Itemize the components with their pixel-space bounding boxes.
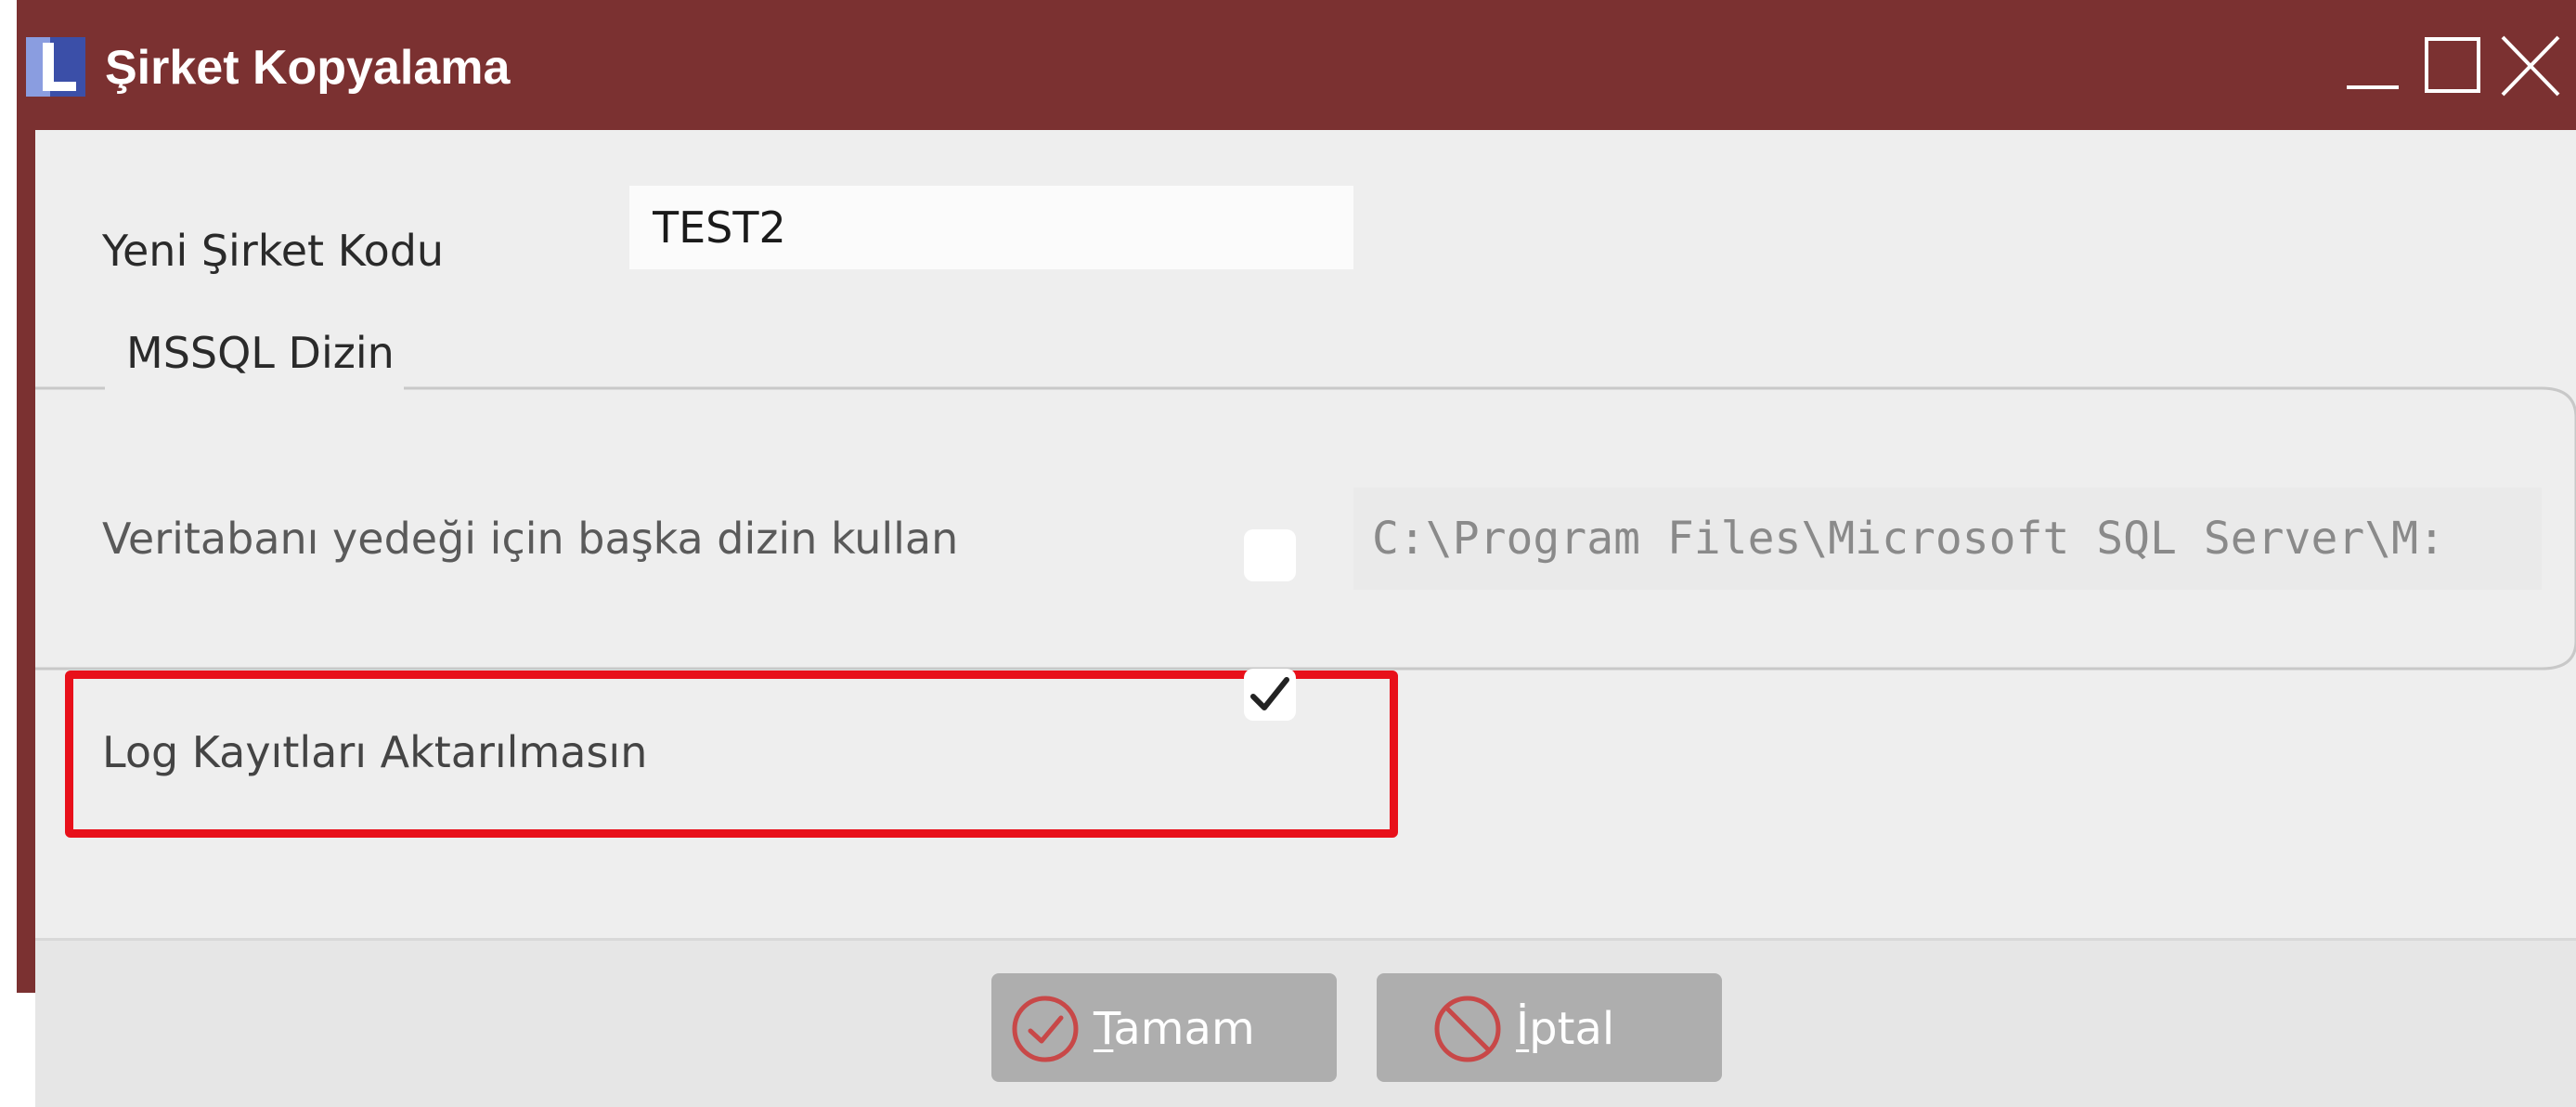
dialog-body: Yeni Şirket Kodu MSSQL Dizin Veritabanı …	[35, 130, 2576, 1107]
maximize-icon	[2425, 37, 2480, 93]
ok-button[interactable]: Tamam	[991, 973, 1337, 1082]
cancel-button[interactable]: İptal	[1377, 973, 1722, 1082]
dialog-window: Şirket Kopyalama Yeni Şirket Kodu TEST2 …	[17, 0, 2576, 1107]
close-icon	[2501, 35, 2560, 97]
title-bar[interactable]: Şirket Kopyalama	[17, 0, 2576, 130]
company-code-input[interactable]	[629, 186, 1353, 269]
prohibited-icon	[1432, 994, 1503, 1064]
checkmark-icon	[1250, 677, 1289, 710]
minimize-icon	[2347, 85, 2399, 89]
ok-button-label: Tamam	[1094, 1003, 1255, 1055]
log-records-label: Log Kayıtları Aktarılmasın	[102, 727, 648, 777]
mssql-group-legend: MSSQL Dizin	[117, 316, 404, 390]
backup-dir-checkbox[interactable]	[1244, 529, 1296, 581]
button-bar: Tamam İptal	[35, 941, 2576, 1107]
log-records-checkbox[interactable]	[1244, 669, 1296, 721]
company-code-label: Yeni Şirket Kodu	[102, 226, 445, 276]
maximize-button[interactable]	[2419, 24, 2486, 108]
app-logo-icon	[26, 37, 85, 97]
minimize-button[interactable]	[2341, 24, 2408, 108]
backup-dir-label: Veritabanı yedeği için başka dizin kulla…	[102, 514, 959, 564]
backup-dir-path-input[interactable]	[1353, 488, 2542, 590]
check-circle-icon	[1010, 994, 1081, 1064]
cancel-button-label: İptal	[1516, 1003, 1615, 1055]
close-button[interactable]	[2497, 24, 2564, 108]
window-title: Şirket Kopyalama	[105, 41, 511, 95]
